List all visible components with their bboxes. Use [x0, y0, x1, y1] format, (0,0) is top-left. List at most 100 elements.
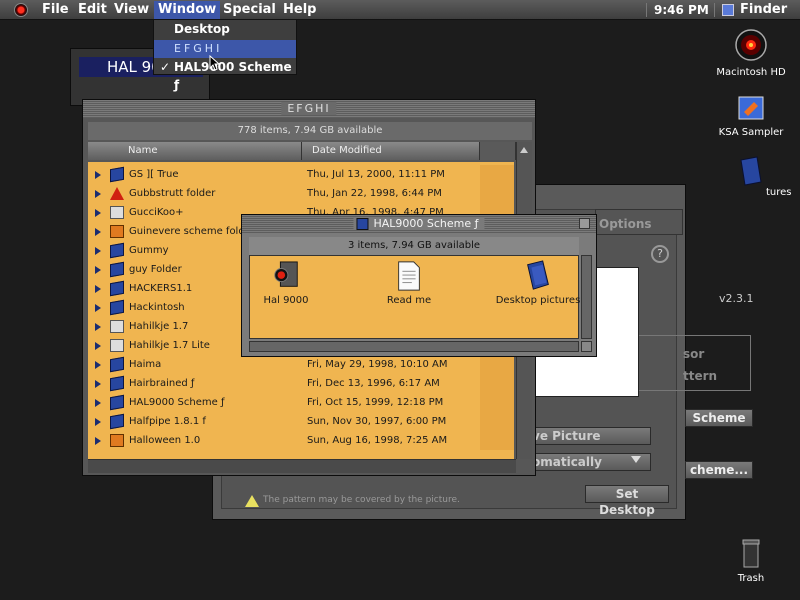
warn-icon	[110, 187, 124, 200]
application-menu-label[interactable]: Finder	[740, 1, 787, 19]
list-item[interactable]: HAL9000 Scheme ƒ Fri, Oct 15, 1999, 12:18…	[88, 393, 514, 412]
list-item[interactable]: Halloween 1.0 Sun, Aug 16, 1998, 7:25 AM	[88, 431, 514, 450]
list-item-name: Gubbstrutt folder	[129, 188, 216, 199]
list-item-name: Halfpipe 1.8.1 f	[129, 416, 206, 427]
chevron-down-icon	[631, 456, 641, 463]
column-header-extra	[480, 142, 516, 160]
list-item-name: GS ][ True	[129, 169, 179, 180]
tab-options[interactable]: Options	[599, 217, 652, 231]
disclosure-triangle-icon[interactable]	[95, 399, 101, 407]
folder-icon	[110, 242, 124, 259]
file-icon-hal9000[interactable]: Hal 9000	[238, 260, 334, 306]
disclosure-triangle-icon[interactable]	[95, 228, 101, 236]
doc-icon	[110, 206, 124, 219]
horizontal-scrollbar[interactable]	[88, 459, 516, 473]
list-item-date: Sun, Nov 30, 1997, 6:00 PM	[307, 416, 447, 427]
desktop-icon-pictures[interactable]: tures	[730, 156, 800, 198]
app-icon	[110, 434, 124, 447]
menu-item-desktop[interactable]: Desktop	[154, 20, 296, 38]
hal9000-scheme-window[interactable]: HAL9000 Scheme ƒ 3 items, 7.94 GB availa…	[241, 214, 597, 357]
menubar-clock[interactable]: 9:46 PM	[654, 1, 709, 19]
disclosure-triangle-icon[interactable]	[95, 285, 101, 293]
disclosure-triangle-icon[interactable]	[95, 171, 101, 179]
folder-icon	[527, 260, 549, 290]
mouse-cursor-icon	[209, 55, 221, 71]
menubar-divider	[646, 3, 647, 17]
disclosure-triangle-icon[interactable]	[95, 418, 101, 426]
pattern-label: ttern	[683, 369, 718, 383]
scroll-up-arrow-icon[interactable]	[520, 147, 528, 153]
menu-bar: File Edit View Window Special Help 9:46 …	[0, 0, 800, 20]
app-icon	[110, 225, 124, 238]
list-item-date: Sun, Aug 16, 1998, 7:25 AM	[307, 435, 448, 446]
disclosure-triangle-icon[interactable]	[95, 361, 101, 369]
menu-item-hal9000-scheme[interactable]: ✓ HAL9000 Scheme ƒ	[154, 58, 296, 92]
disclosure-triangle-icon[interactable]	[95, 209, 101, 217]
app-icon	[738, 96, 764, 120]
scheme-open-button[interactable]: cheme...	[685, 461, 753, 479]
horizontal-scrollbar[interactable]	[249, 341, 579, 352]
column-header-date[interactable]: Date Modified	[302, 142, 480, 160]
list-item[interactable]: Gubbstrutt folder Thu, Jan 22, 1998, 6:44…	[88, 184, 514, 203]
menu-help[interactable]: Help	[279, 1, 320, 19]
column-stripe	[480, 393, 514, 412]
disclosure-triangle-icon[interactable]	[95, 437, 101, 445]
trash-icon	[742, 539, 760, 568]
apple-menu-icon[interactable]	[14, 3, 28, 17]
folder-icon	[110, 394, 124, 411]
desktop-icon-label: KSA Sampler	[718, 127, 784, 138]
list-item-name: Hackintosh	[129, 302, 185, 313]
file-icon-desktop-pictures[interactable]: Desktop pictures	[490, 260, 586, 306]
warning-icon	[245, 495, 259, 507]
disclosure-triangle-icon[interactable]	[95, 342, 101, 350]
desktop-icon-label: tures	[766, 187, 792, 198]
folder-icon	[110, 166, 124, 183]
desktop-icon-label: Trash	[737, 573, 765, 584]
column-stripe	[480, 431, 514, 450]
disclosure-triangle-icon[interactable]	[95, 380, 101, 388]
warning-text: The pattern may be covered by the pictur…	[263, 495, 460, 505]
desktop-icon-macintosh-hd[interactable]: Macintosh HD	[706, 28, 796, 78]
help-icon[interactable]: ?	[651, 245, 669, 263]
hal-app-icon	[274, 261, 298, 287]
disclosure-triangle-icon[interactable]	[95, 190, 101, 198]
menu-view[interactable]: View	[110, 1, 153, 19]
folder-icon	[110, 356, 124, 373]
list-item-name: GucciKoo+	[129, 207, 184, 218]
column-stripe	[480, 412, 514, 431]
column-header-name[interactable]: Name	[88, 142, 302, 160]
window-title: EFGHI	[281, 102, 337, 115]
vertical-scrollbar[interactable]	[581, 255, 592, 339]
set-desktop-button[interactable]: Set Desktop	[585, 485, 669, 517]
resize-handle[interactable]	[581, 341, 592, 352]
list-item[interactable]: Halfpipe 1.8.1 f Sun, Nov 30, 1997, 6:00 …	[88, 412, 514, 431]
disclosure-triangle-icon[interactable]	[95, 323, 101, 331]
desktop-icon-ksa-sampler[interactable]: KSA Sampler	[706, 94, 796, 138]
disclosure-triangle-icon[interactable]	[95, 304, 101, 312]
list-item[interactable]: Haima Fri, May 29, 1998, 10:10 AM	[88, 355, 514, 374]
list-item-name: HACKERS1.1	[129, 283, 193, 294]
list-item-date: Thu, Jan 22, 1998, 6:44 PM	[307, 188, 442, 199]
menu-file[interactable]: File	[38, 1, 73, 19]
menu-edit[interactable]: Edit	[74, 1, 111, 19]
list-item-name: Hairbrained ƒ	[129, 378, 195, 389]
disclosure-triangle-icon[interactable]	[95, 266, 101, 274]
menu-window[interactable]: Window	[154, 1, 221, 19]
disclosure-triangle-icon[interactable]	[95, 247, 101, 255]
scheme-button[interactable]: Scheme	[685, 409, 753, 427]
desktop-icon-trash[interactable]: Trash	[706, 538, 796, 584]
window-status-bar: 778 items, 7.94 GB available	[88, 122, 532, 140]
sor-label: sor	[683, 347, 705, 361]
folder-icon	[110, 375, 124, 392]
list-item[interactable]: GS ][ True Thu, Jul 13, 2000, 11:11 PM	[88, 165, 514, 184]
finder-app-icon[interactable]	[722, 4, 734, 16]
remove-picture-button[interactable]: ve Picture	[527, 427, 651, 445]
list-item-date: Thu, Jul 13, 2000, 11:11 PM	[307, 169, 445, 180]
list-item-name: Hahilkje 1.7 Lite	[129, 340, 210, 351]
list-item[interactable]: Hairbrained ƒ Fri, Dec 13, 1996, 6:17 AM	[88, 374, 514, 393]
file-icon-read-me[interactable]: Read me	[361, 260, 457, 306]
column-stripe	[480, 374, 514, 393]
menu-special[interactable]: Special	[219, 1, 280, 19]
zoom-box-icon[interactable]	[579, 218, 590, 229]
menu-item-efghi[interactable]: EFGHI	[154, 40, 296, 58]
